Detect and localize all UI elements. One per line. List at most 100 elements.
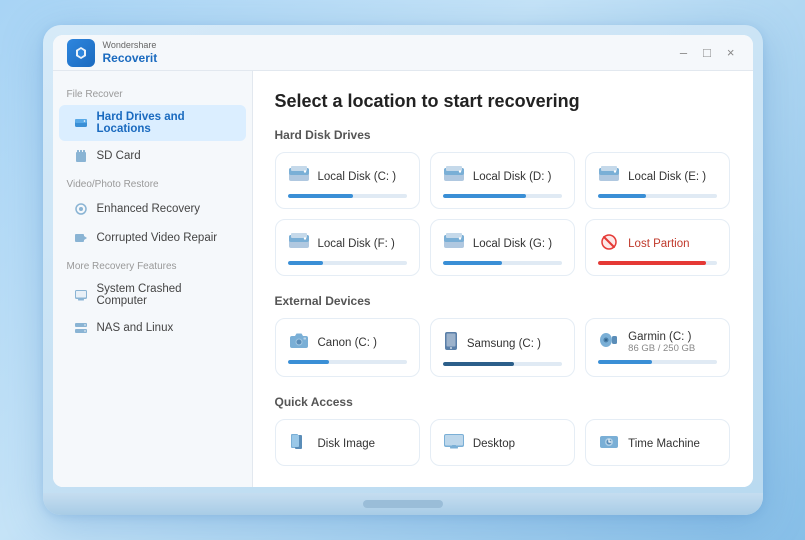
card-label-e: Local Disk (E: ) <box>628 171 706 183</box>
sidebar-item-corrupted-video[interactable]: Corrupted Video Repair <box>59 224 246 252</box>
hdd-icon-d <box>443 165 465 188</box>
card-label-f: Local Disk (F: ) <box>318 238 395 250</box>
maximize-button[interactable]: □ <box>699 43 715 62</box>
sidebar-item-nas-linux[interactable]: NAS and Linux <box>59 314 246 342</box>
logo-icon <box>67 39 95 67</box>
window-controls: – □ × <box>676 43 739 62</box>
external-devices-grid: Canon (C: ) <box>275 318 731 377</box>
sidebar-label-hard-drives: Hard Drives and Locations <box>97 111 232 135</box>
card-time-machine[interactable]: Time Machine <box>585 419 730 466</box>
progress-fill-canon <box>288 360 330 364</box>
sidebar-label-system-crashed: System Crashed Computer <box>97 283 232 307</box>
card-label-g: Local Disk (G: ) <box>473 238 552 250</box>
card-local-c[interactable]: Local Disk (C: ) <box>275 152 420 209</box>
progress-fill-lost <box>598 261 705 265</box>
progress-fill-samsung <box>443 362 515 366</box>
camera-icon <box>288 331 310 354</box>
progress-fill-e <box>598 194 646 198</box>
sidebar-item-hard-drives[interactable]: Hard Drives and Locations <box>59 105 246 141</box>
progress-d <box>443 194 562 198</box>
time-machine-icon <box>598 432 620 455</box>
card-label-d: Local Disk (D: ) <box>473 171 552 183</box>
card-canon[interactable]: Canon (C: ) <box>275 318 420 377</box>
card-samsung[interactable]: Samsung (C: ) <box>430 318 575 377</box>
hdd-icon-f <box>288 232 310 255</box>
brand-name: Wondershare <box>103 40 158 51</box>
card-garmin[interactable]: Garmin (C: ) 86 GB / 250 GB <box>585 318 730 377</box>
card-local-e[interactable]: Local Disk (E: ) <box>585 152 730 209</box>
laptop-bottom <box>43 493 763 515</box>
app-logo: Wondershare Recoverit <box>67 39 158 67</box>
sidebar-item-sd-card[interactable]: SD Card <box>59 142 246 170</box>
sidebar-section-more-features: More Recovery Features <box>53 253 252 276</box>
card-label-desktop: Desktop <box>473 438 515 450</box>
section-title-hdd: Hard Disk Drives <box>275 128 731 142</box>
hard-disk-grid: Local Disk (C: ) <box>275 152 731 276</box>
main-content: Select a location to start recovering Ha… <box>253 71 753 487</box>
laptop-notch <box>363 500 443 508</box>
progress-fill-c <box>288 194 354 198</box>
card-label-lost: Lost Partion <box>628 238 689 250</box>
card-label-garmin: Garmin (C: ) <box>628 331 695 343</box>
progress-g <box>443 261 562 265</box>
progress-lost <box>598 261 717 265</box>
app-body: File Recover Hard Drives and Locations <box>53 71 753 487</box>
sidebar-section-file-recover: File Recover <box>53 81 252 104</box>
sd-card-icon <box>73 148 89 164</box>
desktop-icon <box>443 432 465 455</box>
card-desktop[interactable]: Desktop <box>430 419 575 466</box>
disk-image-icon <box>288 432 310 455</box>
card-sublabel-garmin: 86 GB / 250 GB <box>628 343 695 354</box>
progress-c <box>288 194 407 198</box>
section-title-quick-access: Quick Access <box>275 395 731 409</box>
sidebar-label-enhanced-recovery: Enhanced Recovery <box>97 203 201 215</box>
sidebar-item-enhanced-recovery[interactable]: Enhanced Recovery <box>59 195 246 223</box>
card-local-f[interactable]: Local Disk (F: ) <box>275 219 420 276</box>
card-label-time-machine: Time Machine <box>628 438 700 450</box>
progress-fill-garmin <box>598 360 652 364</box>
progress-canon <box>288 360 407 364</box>
progress-fill-d <box>443 194 527 198</box>
sidebar: File Recover Hard Drives and Locations <box>53 71 253 487</box>
sidebar-label-nas-linux: NAS and Linux <box>97 322 174 334</box>
nas-linux-icon <box>73 320 89 336</box>
card-label-c: Local Disk (C: ) <box>318 171 397 183</box>
progress-samsung <box>443 362 562 366</box>
product-name: Recoverit <box>103 51 158 65</box>
hard-drives-icon <box>73 115 89 131</box>
hdd-icon-e <box>598 165 620 188</box>
corrupted-video-icon <box>73 230 89 246</box>
laptop-screen: Wondershare Recoverit – □ × File Recover <box>53 35 753 487</box>
lost-partition-icon <box>598 232 620 255</box>
page-title: Select a location to start recovering <box>275 91 731 112</box>
card-local-g[interactable]: Local Disk (G: ) <box>430 219 575 276</box>
hdd-icon-g <box>443 232 465 255</box>
minimize-button[interactable]: – <box>676 43 691 62</box>
sidebar-label-sd-card: SD Card <box>97 150 141 162</box>
enhanced-recovery-icon <box>73 201 89 217</box>
sidebar-item-system-crashed[interactable]: System Crashed Computer <box>59 277 246 313</box>
progress-garmin <box>598 360 717 364</box>
progress-e <box>598 194 717 198</box>
system-crashed-icon <box>73 287 89 303</box>
logo-text: Wondershare Recoverit <box>103 40 158 65</box>
sidebar-label-corrupted-video: Corrupted Video Repair <box>97 232 218 244</box>
progress-fill-f <box>288 261 324 265</box>
card-lost-partition[interactable]: Lost Partion <box>585 219 730 276</box>
progress-fill-g <box>443 261 503 265</box>
card-disk-image[interactable]: Disk Image <box>275 419 420 466</box>
title-bar: Wondershare Recoverit – □ × <box>53 35 753 71</box>
hdd-icon-c <box>288 165 310 188</box>
card-local-d[interactable]: Local Disk (D: ) <box>430 152 575 209</box>
section-title-external: External Devices <box>275 294 731 308</box>
close-button[interactable]: × <box>723 43 739 62</box>
card-label-samsung: Samsung (C: ) <box>467 338 541 350</box>
laptop-outer: Wondershare Recoverit – □ × File Recover <box>43 25 763 515</box>
sidebar-section-video-photo: Video/Photo Restore <box>53 171 252 194</box>
quick-access-grid: Disk Image <box>275 419 731 466</box>
speaker-icon <box>598 331 620 354</box>
progress-f <box>288 261 407 265</box>
card-label-disk-image: Disk Image <box>318 438 376 450</box>
phone-icon <box>443 331 459 356</box>
card-label-canon: Canon (C: ) <box>318 337 377 349</box>
